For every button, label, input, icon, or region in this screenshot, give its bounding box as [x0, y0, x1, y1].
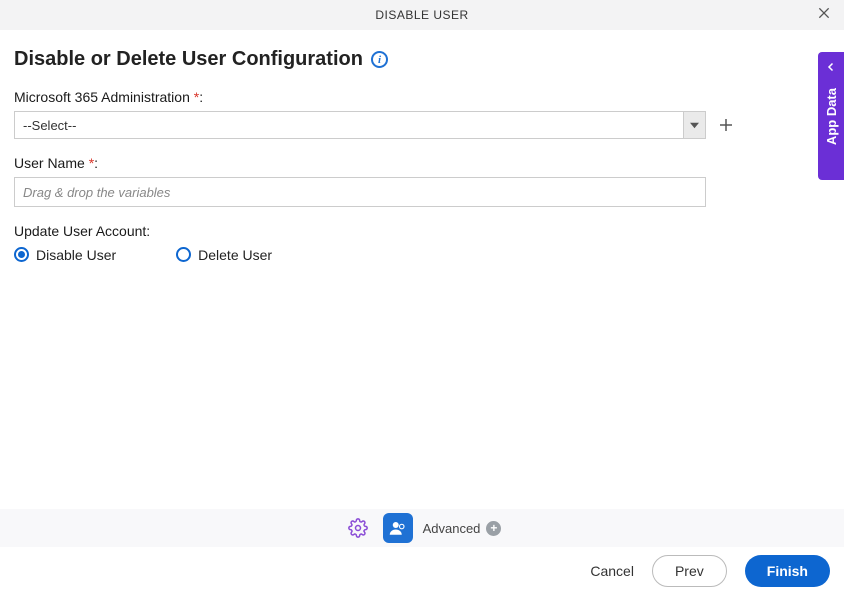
dialog-footer: Cancel Prev Finish: [0, 547, 844, 595]
update-account-label: Update User Account:: [14, 223, 830, 239]
app-data-label: App Data: [824, 88, 839, 145]
admin-select-value: --Select--: [15, 112, 683, 138]
settings-button[interactable]: [343, 513, 373, 543]
app-data-tab[interactable]: App Data: [818, 52, 844, 180]
username-input[interactable]: [14, 177, 706, 207]
cancel-button[interactable]: Cancel: [590, 563, 634, 579]
user-mode-button[interactable]: [383, 513, 413, 543]
dialog-header: DISABLE USER: [0, 0, 844, 30]
advanced-button[interactable]: Advanced +: [423, 521, 502, 536]
username-label: User Name *:: [14, 155, 830, 171]
admin-label: Microsoft 365 Administration *:: [14, 89, 830, 105]
admin-select[interactable]: --Select--: [14, 111, 706, 139]
radio-icon: [14, 247, 29, 262]
chevron-left-icon: [825, 60, 837, 78]
plus-circle-icon: +: [486, 521, 501, 536]
finish-button[interactable]: Finish: [745, 555, 830, 587]
advanced-label: Advanced: [423, 521, 481, 536]
prev-button[interactable]: Prev: [652, 555, 727, 587]
add-admin-button[interactable]: [716, 115, 736, 135]
dialog-body: Disable or Delete User Configuration i M…: [0, 30, 844, 262]
close-icon[interactable]: [816, 5, 832, 26]
bottom-toolbar: Advanced +: [0, 509, 844, 547]
radio-label: Disable User: [36, 248, 116, 262]
chevron-down-icon[interactable]: [683, 112, 705, 138]
radio-icon: [176, 247, 191, 262]
radio-label: Delete User: [198, 248, 272, 262]
radio-disable-user[interactable]: Disable User: [14, 247, 116, 262]
info-icon[interactable]: i: [371, 51, 388, 68]
dialog-title: DISABLE USER: [375, 8, 468, 22]
page-title: Disable or Delete User Configuration: [14, 48, 363, 71]
radio-delete-user[interactable]: Delete User: [176, 247, 272, 262]
